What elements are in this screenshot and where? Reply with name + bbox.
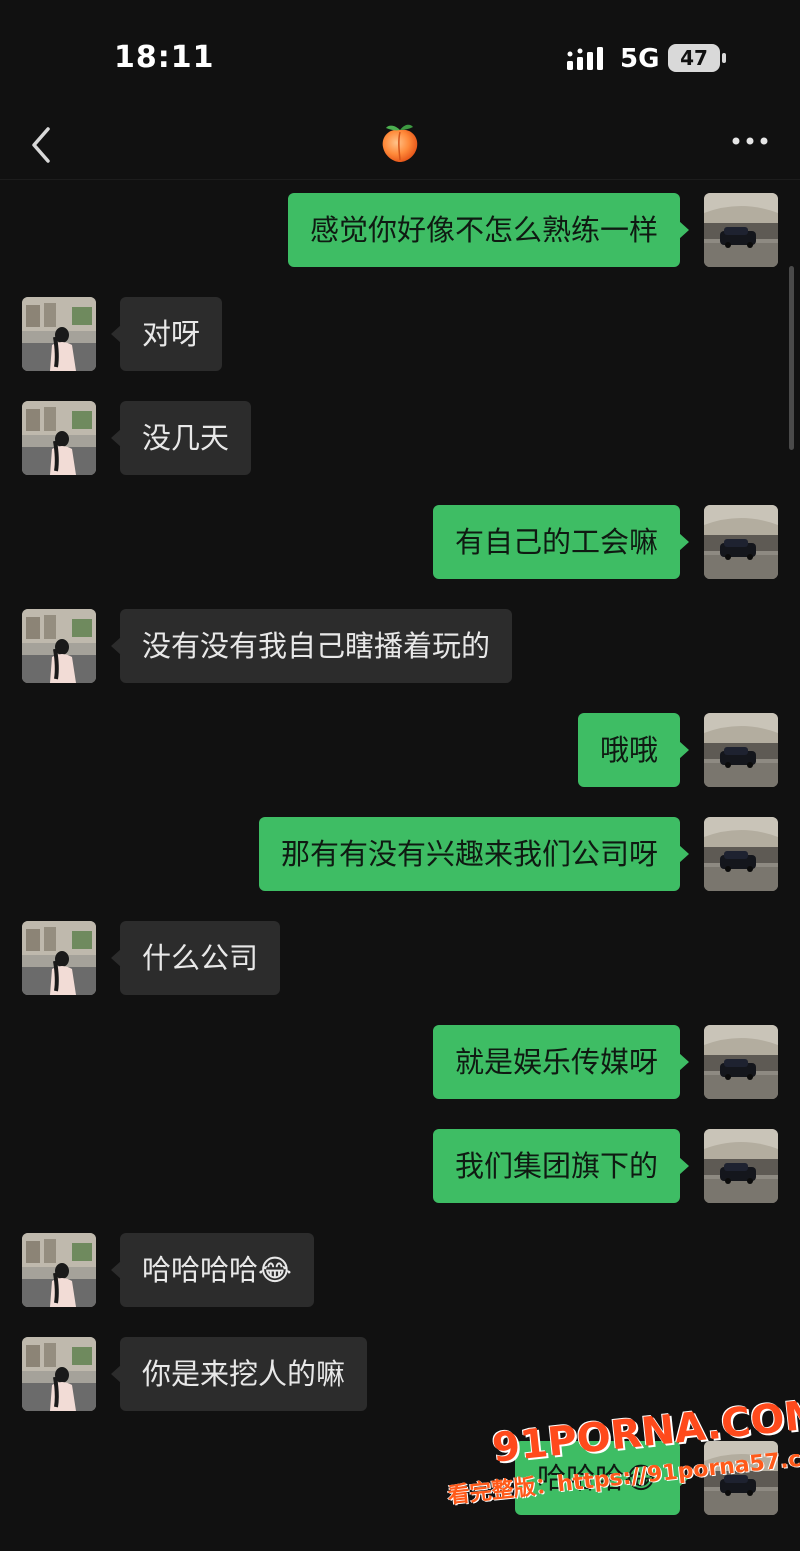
message-row: 哦哦 [0,712,800,788]
network-type: 5G [620,44,660,74]
outgoing-message-bubble[interactable]: 我们集团旗下的 [432,1129,690,1203]
message-row: 什么公司 [0,920,800,996]
contact-avatar[interactable] [22,401,96,475]
incoming-message-bubble[interactable]: 什么公司 [110,921,281,995]
message-row: 有自己的工会嘛 [0,504,800,580]
incoming-message-bubble[interactable]: 哈哈哈哈😂 [111,1233,314,1307]
my-avatar[interactable] [704,193,778,267]
battery-icon [722,53,726,63]
chat-header [0,110,800,180]
contact-avatar[interactable] [22,1337,96,1411]
outgoing-message-bubble[interactable]: 哦哦 [577,713,690,787]
battery-level: 47 [668,44,720,72]
message-row: 对呀 [0,296,800,372]
message-row: 没几天 [0,400,800,476]
message-row: 那有有没有兴趣来我们公司呀 [0,816,800,892]
message-row: 哈哈哈哈😂 [0,1232,800,1308]
my-avatar[interactable] [704,1025,778,1099]
my-avatar[interactable] [704,817,778,891]
my-avatar[interactable] [704,713,778,787]
contact-avatar[interactable] [22,921,96,995]
contact-avatar[interactable] [22,609,96,683]
incoming-message-bubble[interactable]: 没几天 [110,401,252,475]
signal-strength-icon [567,47,603,70]
more-dots-icon[interactable] [728,126,772,156]
status-bar: 18:11 5G 47 [0,0,800,110]
outgoing-message-bubble[interactable]: 那有有没有兴趣来我们公司呀 [258,817,690,891]
peach-emoji-icon [382,124,418,162]
outgoing-message-bubble[interactable]: 感觉你好像不怎么熟练一样 [287,193,690,267]
incoming-message-bubble[interactable]: 对呀 [110,297,223,371]
incoming-message-bubble[interactable]: 没有没有我自己瞎播着玩的 [110,609,513,683]
message-row: 我们集团旗下的 [0,1128,800,1204]
outgoing-message-bubble[interactable]: 有自己的工会嘛 [432,505,690,579]
contact-avatar[interactable] [22,297,96,371]
message-row: 就是娱乐传媒呀 [0,1024,800,1100]
outgoing-message-bubble[interactable]: 就是娱乐传媒呀 [432,1025,690,1099]
incoming-message-bubble[interactable]: 你是来挖人的嘛 [110,1337,368,1411]
my-avatar[interactable] [704,1129,778,1203]
message-row: 没有没有我自己瞎播着玩的 [0,608,800,684]
chevron-left-icon[interactable] [24,118,64,168]
my-avatar[interactable] [704,505,778,579]
message-row: 你是来挖人的嘛 [0,1336,800,1412]
contact-avatar[interactable] [22,1233,96,1307]
status-time: 18:11 [114,40,215,75]
message-row: 感觉你好像不怎么熟练一样 [0,192,800,268]
